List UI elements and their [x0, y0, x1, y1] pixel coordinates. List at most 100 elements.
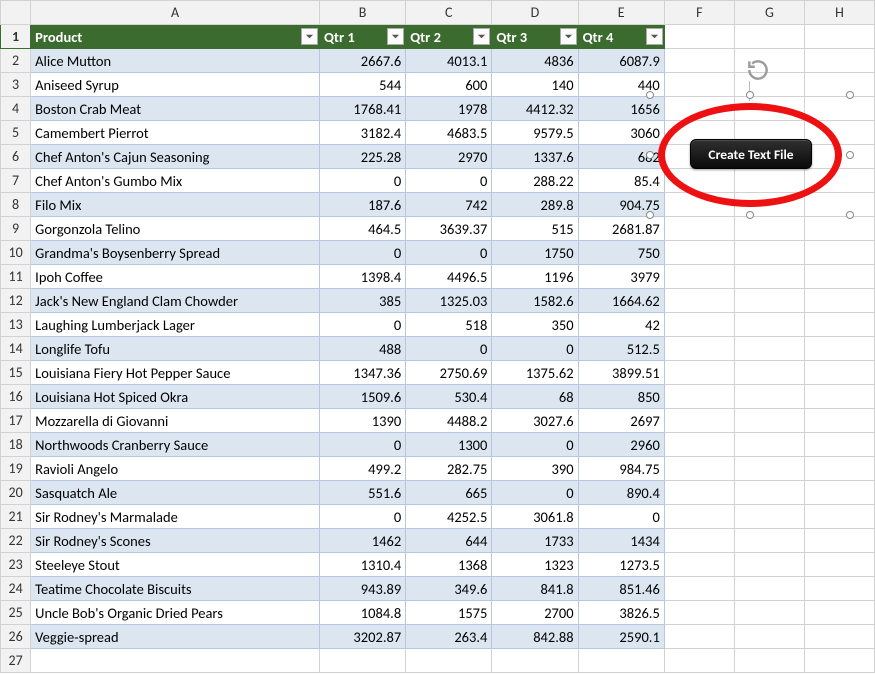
cell-F9[interactable]: [664, 217, 734, 241]
cell-H12[interactable]: [804, 289, 874, 313]
cell-G25[interactable]: [734, 601, 804, 625]
col-header-G[interactable]: G: [734, 1, 804, 25]
cell-qtr2[interactable]: 1325.03: [406, 289, 492, 313]
cell-H20[interactable]: [804, 481, 874, 505]
cell-F1[interactable]: [664, 25, 734, 49]
filter-dropdown-icon[interactable]: [646, 28, 663, 45]
cell-H14[interactable]: [804, 337, 874, 361]
cell-qtr3[interactable]: 1582.6: [492, 289, 578, 313]
cell-empty[interactable]: [492, 649, 578, 673]
create-text-file-button[interactable]: Create Text File: [690, 139, 812, 169]
cell-H16[interactable]: [804, 385, 874, 409]
cell-qtr2[interactable]: 282.75: [406, 457, 492, 481]
cell-qtr2[interactable]: 4488.2: [406, 409, 492, 433]
cell-qtr2[interactable]: 1575: [406, 601, 492, 625]
cell-qtr3[interactable]: 3027.6: [492, 409, 578, 433]
cell-qtr2[interactable]: 1300: [406, 433, 492, 457]
cell-H10[interactable]: [804, 241, 874, 265]
col-header-H[interactable]: H: [804, 1, 874, 25]
row-header-12[interactable]: 12: [1, 289, 31, 313]
cell-G21[interactable]: [734, 505, 804, 529]
cell-qtr2[interactable]: 742: [406, 193, 492, 217]
col-header-D[interactable]: D: [492, 1, 578, 25]
cell-product[interactable]: Northwoods Cranberry Sauce: [31, 433, 320, 457]
row-header-27[interactable]: 27: [1, 649, 31, 673]
cell-product[interactable]: Alice Mutton: [31, 49, 320, 73]
cell-product[interactable]: Sir Rodney's Scones: [31, 529, 320, 553]
cell-qtr3[interactable]: 390: [492, 457, 578, 481]
cell-qtr1[interactable]: 0: [319, 433, 405, 457]
cell-qtr2[interactable]: 600: [406, 73, 492, 97]
row-header-9[interactable]: 9: [1, 217, 31, 241]
cell-empty[interactable]: [804, 649, 874, 673]
cell-G16[interactable]: [734, 385, 804, 409]
cell-product[interactable]: Sasquatch Ale: [31, 481, 320, 505]
cell-qtr1[interactable]: 551.6: [319, 481, 405, 505]
cell-H18[interactable]: [804, 433, 874, 457]
cell-qtr1[interactable]: 1462: [319, 529, 405, 553]
cell-qtr1[interactable]: 187.6: [319, 193, 405, 217]
row-header-1[interactable]: 1: [1, 25, 31, 49]
cell-G24[interactable]: [734, 577, 804, 601]
cell-F2[interactable]: [664, 49, 734, 73]
cell-qtr2[interactable]: 1368: [406, 553, 492, 577]
cell-qtr2[interactable]: 0: [406, 169, 492, 193]
cell-product[interactable]: Longlife Tofu: [31, 337, 320, 361]
cell-H19[interactable]: [804, 457, 874, 481]
cell-G26[interactable]: [734, 625, 804, 649]
cell-product[interactable]: Camembert Pierrot: [31, 121, 320, 145]
cell-H2[interactable]: [804, 49, 874, 73]
cell-G13[interactable]: [734, 313, 804, 337]
cell-G11[interactable]: [734, 265, 804, 289]
cell-qtr4[interactable]: 3899.51: [578, 361, 664, 385]
row-header-2[interactable]: 2: [1, 49, 31, 73]
cell-qtr1[interactable]: 3182.4: [319, 121, 405, 145]
cell-F25[interactable]: [664, 601, 734, 625]
cell-G10[interactable]: [734, 241, 804, 265]
col-header-F[interactable]: F: [664, 1, 734, 25]
cell-H26[interactable]: [804, 625, 874, 649]
cell-qtr4[interactable]: 2960: [578, 433, 664, 457]
cell-qtr1[interactable]: 1310.4: [319, 553, 405, 577]
cell-product[interactable]: Aniseed Syrup: [31, 73, 320, 97]
resize-handle-n[interactable]: [746, 91, 754, 99]
cell-H1[interactable]: [804, 25, 874, 49]
cell-qtr4[interactable]: 3979: [578, 265, 664, 289]
cell-qtr1[interactable]: 0: [319, 505, 405, 529]
cell-empty[interactable]: [664, 649, 734, 673]
row-header-10[interactable]: 10: [1, 241, 31, 265]
cell-qtr4[interactable]: 2697: [578, 409, 664, 433]
cell-qtr4[interactable]: 1664.62: [578, 289, 664, 313]
row-header-8[interactable]: 8: [1, 193, 31, 217]
shape-selection-group[interactable]: Create Text File: [650, 95, 850, 215]
cell-empty[interactable]: [319, 649, 405, 673]
cell-H13[interactable]: [804, 313, 874, 337]
cell-qtr3[interactable]: 0: [492, 481, 578, 505]
cell-product[interactable]: Laughing Lumberjack Lager: [31, 313, 320, 337]
cell-G22[interactable]: [734, 529, 804, 553]
cell-G19[interactable]: [734, 457, 804, 481]
cell-F20[interactable]: [664, 481, 734, 505]
cell-G18[interactable]: [734, 433, 804, 457]
cell-H23[interactable]: [804, 553, 874, 577]
cell-qtr2[interactable]: 0: [406, 241, 492, 265]
cell-qtr3[interactable]: 289.8: [492, 193, 578, 217]
col-header-C[interactable]: C: [406, 1, 492, 25]
cell-qtr3[interactable]: 68: [492, 385, 578, 409]
row-header-14[interactable]: 14: [1, 337, 31, 361]
cell-qtr1[interactable]: 385: [319, 289, 405, 313]
cell-qtr2[interactable]: 530.4: [406, 385, 492, 409]
cell-F14[interactable]: [664, 337, 734, 361]
cell-qtr4[interactable]: 6087.9: [578, 49, 664, 73]
cell-qtr2[interactable]: 518: [406, 313, 492, 337]
cell-qtr2[interactable]: 4496.5: [406, 265, 492, 289]
cell-F18[interactable]: [664, 433, 734, 457]
cell-qtr4[interactable]: 984.75: [578, 457, 664, 481]
cell-qtr1[interactable]: 1768.41: [319, 97, 405, 121]
cell-G23[interactable]: [734, 553, 804, 577]
resize-handle-nw[interactable]: [646, 91, 654, 99]
row-header-13[interactable]: 13: [1, 313, 31, 337]
cell-H21[interactable]: [804, 505, 874, 529]
col-header-B[interactable]: B: [319, 1, 405, 25]
cell-qtr1[interactable]: 499.2: [319, 457, 405, 481]
